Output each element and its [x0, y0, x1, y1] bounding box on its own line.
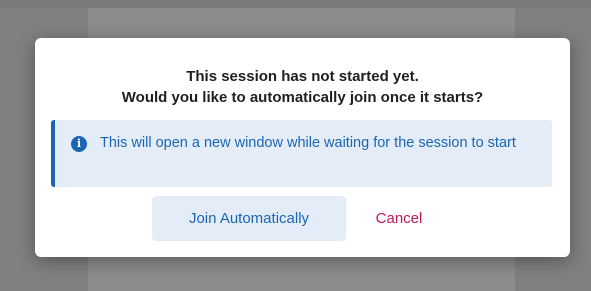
dialog-title-line-2: Would you like to automatically join onc…	[121, 89, 484, 106]
join-automatically-button[interactable]: Join Automatically	[152, 196, 346, 241]
background-header	[0, 0, 591, 8]
info-callout: i This will open a new window while wait…	[51, 120, 552, 187]
join-session-dialog: This session has not started yet. Would …	[35, 38, 570, 257]
cancel-button[interactable]: Cancel	[353, 196, 445, 241]
info-callout-text: This will open a new window while waitin…	[100, 135, 516, 151]
info-icon: i	[71, 136, 87, 152]
dialog-title-line-1: This session has not started yet.	[186, 68, 419, 85]
dialog-title: This session has not started yet. Would …	[35, 66, 570, 108]
